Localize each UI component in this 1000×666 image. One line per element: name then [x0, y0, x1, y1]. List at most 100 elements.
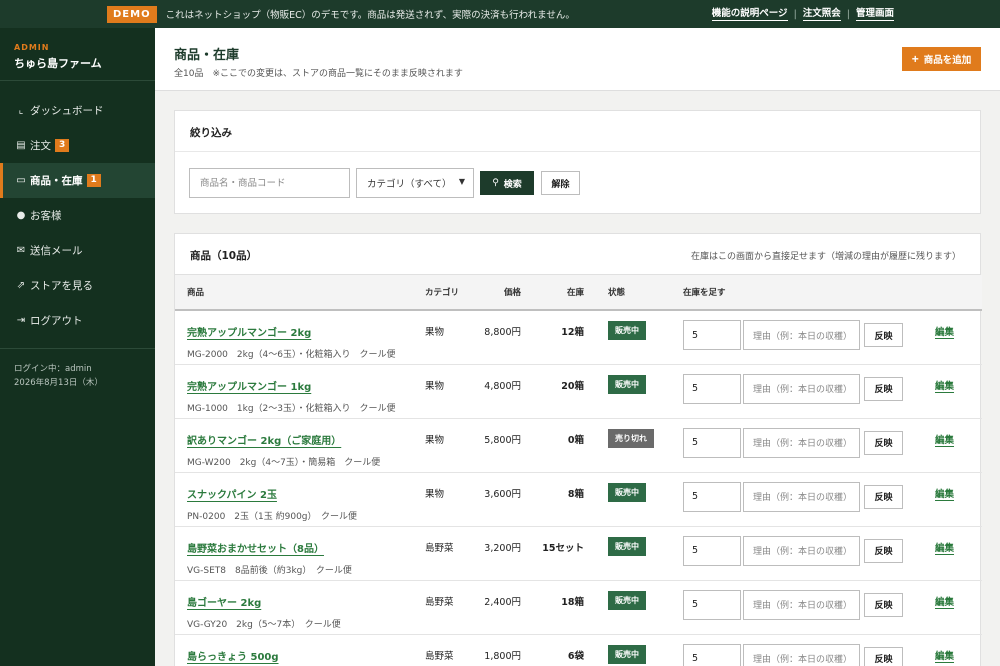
product-name-link[interactable]: 島らっきょう 500g [187, 648, 279, 663]
apply-cell: 反映 [861, 526, 920, 580]
quantity-input[interactable]: 5 [683, 643, 741, 666]
sidebar-item-customers[interactable]: ● お客様 [0, 198, 155, 233]
main-content: 商品・在庫 全10品 ※ここでの変更は、ストアの商品一覧にそのまま反映されます … [155, 28, 1000, 666]
apply-button[interactable]: 反映 [864, 376, 903, 401]
product-name-link[interactable]: 島ゴーヤー 2kg [187, 594, 261, 609]
search-icon: ⚲ [492, 178, 499, 188]
apply-button[interactable]: 反映 [864, 484, 903, 509]
category-select[interactable]: カテゴリ（すべて） ▼ [356, 168, 474, 198]
clear-button[interactable]: 解除 [541, 171, 580, 195]
filter-title: 絞り込み [175, 111, 980, 152]
edit-link[interactable]: 編集 [935, 327, 954, 338]
sidebar-item-label: 送信メール [30, 245, 83, 257]
edit-link[interactable]: 編集 [935, 381, 954, 392]
price-cell: 1,800円 [484, 650, 521, 662]
sidebar-item-dashboard[interactable]: ⌞ ダッシュボード [0, 93, 155, 128]
product-cell: 島ゴーヤー 2kg VG-GY20 2kg（5〜7本） クール便 [175, 580, 413, 634]
product-name-link[interactable]: 完熟アップルマンゴー 2kg [187, 324, 311, 339]
stock-cell: 20箱 [561, 380, 584, 392]
order-lookup-link[interactable]: 注文照会 [802, 8, 841, 21]
search-button[interactable]: ⚲ 検索 [480, 171, 534, 195]
quantity-input[interactable]: 5 [683, 481, 741, 512]
apply-button[interactable]: 反映 [864, 323, 903, 347]
reason-input[interactable]: 理由（例：本日の収穫） [743, 535, 860, 566]
sidebar-item-products[interactable]: ▭ 商品・在庫 1 [0, 163, 155, 198]
edit-link[interactable]: 編集 [935, 651, 954, 662]
category-cell: 島野菜 [425, 650, 454, 662]
boxes-icon: ▭ [16, 175, 26, 186]
reason-input[interactable]: 理由（例：本日の収穫） [743, 643, 860, 666]
status-badge: 販売中 [608, 590, 646, 610]
reason-input[interactable]: 理由（例：本日の収穫） [743, 427, 860, 458]
status-cell: 販売中 [596, 472, 671, 526]
plus-icon: + [911, 52, 919, 66]
apply-button[interactable]: 反映 [864, 430, 903, 455]
reason-cell: 理由（例：本日の収穫） [737, 634, 861, 666]
sidebar-item-label: ダッシュボード [30, 105, 104, 117]
reason-input[interactable]: 理由（例：本日の収穫） [743, 589, 860, 620]
sidebar-item-sent-mail[interactable]: ✉ 送信メール [0, 233, 155, 268]
apply-cell: 反映 [861, 472, 920, 526]
status-badge: 売り切れ [608, 428, 654, 448]
apply-button[interactable]: 反映 [864, 538, 903, 563]
demo-badge: DEMO [107, 5, 157, 23]
price-cell: 8,800円 [484, 327, 521, 338]
product-meta: PN-0200 2玉（1玉 約900g） クール便 [187, 511, 358, 522]
products-table: 商品 カテゴリ 価格 在庫 状態 在庫を足す 完熟アップルマンゴー 2kg MG-… [175, 275, 982, 666]
product-name-link[interactable]: 完熟アップルマンゴー 1kg [187, 378, 311, 393]
status-badge: 販売中 [608, 321, 646, 340]
add-product-button[interactable]: + 商品を追加 [902, 47, 981, 71]
products-title: 商品（10品） [190, 250, 258, 262]
page-header: 商品・在庫 全10品 ※ここでの変更は、ストアの商品一覧にそのまま反映されます … [155, 28, 1000, 91]
edit-link[interactable]: 編集 [935, 543, 954, 554]
separator: | [793, 8, 797, 20]
quantity-input[interactable]: 5 [683, 589, 741, 620]
filter-card: 絞り込み カテゴリ（すべて） ▼ ⚲ 検索 解除 [174, 110, 981, 214]
feature-guide-link[interactable]: 機能の説明ページ [711, 8, 788, 21]
quantity-input[interactable]: 5 [683, 427, 741, 458]
quantity-input[interactable]: 5 [683, 535, 741, 566]
edit-link[interactable]: 編集 [935, 489, 954, 500]
column-header-add-stock: 在庫を足す [683, 288, 726, 298]
sidebar-item-logout[interactable]: ⇥ ログアウト [0, 303, 155, 338]
filter-row: カテゴリ（すべて） ▼ ⚲ 検索 解除 [175, 152, 980, 214]
brand: ADMIN ちゅら島ファーム [0, 28, 155, 81]
status-badge: 販売中 [608, 644, 646, 664]
users-icon: ● [16, 210, 26, 221]
product-name-link[interactable]: スナックパイン 2玉 [187, 486, 277, 501]
product-name-link[interactable]: 訳ありマンゴー 2kg（ご家庭用） [187, 432, 341, 447]
sidebar-item-orders[interactable]: ▤ 注文 3 [0, 128, 155, 163]
product-cell: 訳ありマンゴー 2kg（ご家庭用） MG-W200 2kg（4〜7玉）・簡易箱 ク… [175, 418, 413, 472]
qty-cell: 5 [671, 418, 741, 472]
sidebar-item-label: ログアウト [30, 315, 83, 327]
admin-link[interactable]: 管理画面 [855, 8, 894, 21]
table-row: 完熟アップルマンゴー 2kg MG-2000 2kg（4〜6玉）・化粧箱入り クー… [175, 310, 982, 364]
edit-link[interactable]: 編集 [935, 435, 954, 446]
apply-cell: 反映 [861, 580, 920, 634]
category-cell: 島野菜 [425, 596, 454, 608]
products-note: 在庫はこの画面から直接足せます（増減の理由が履歴に残ります） [690, 252, 961, 262]
stock-cell: 15セット [542, 542, 584, 554]
category-selected-value: カテゴリ（すべて） [367, 179, 452, 190]
quantity-input[interactable]: 5 [683, 320, 741, 350]
sidebar-item-label: お客様 [30, 210, 62, 222]
page-subtitle: 全10品 ※ここでの変更は、ストアの商品一覧にそのまま反映されます [174, 69, 463, 79]
reason-input[interactable]: 理由（例：本日の収穫） [743, 373, 860, 404]
edit-cell: 編集 [920, 634, 982, 666]
reason-input[interactable]: 理由（例：本日の収穫） [743, 320, 860, 350]
apply-button[interactable]: 反映 [864, 592, 903, 617]
search-input[interactable] [189, 168, 350, 198]
reason-cell: 理由（例：本日の収穫） [737, 580, 861, 634]
edit-link[interactable]: 編集 [935, 597, 954, 608]
apply-cell: 反映 [861, 634, 920, 666]
status-cell: 売り切れ [596, 418, 671, 472]
edit-cell: 編集 [920, 580, 982, 634]
apply-cell: 反映 [861, 364, 920, 418]
price-cell: 5,800円 [484, 434, 521, 446]
reason-input[interactable]: 理由（例：本日の収穫） [743, 481, 860, 512]
qty-cell: 5 [671, 634, 741, 666]
sidebar-item-view-store[interactable]: ⇗ ストアを見る [0, 268, 155, 303]
apply-button[interactable]: 反映 [864, 646, 903, 666]
product-name-link[interactable]: 島野菜おまかせセット（8品） [187, 540, 324, 555]
quantity-input[interactable]: 5 [683, 373, 741, 404]
